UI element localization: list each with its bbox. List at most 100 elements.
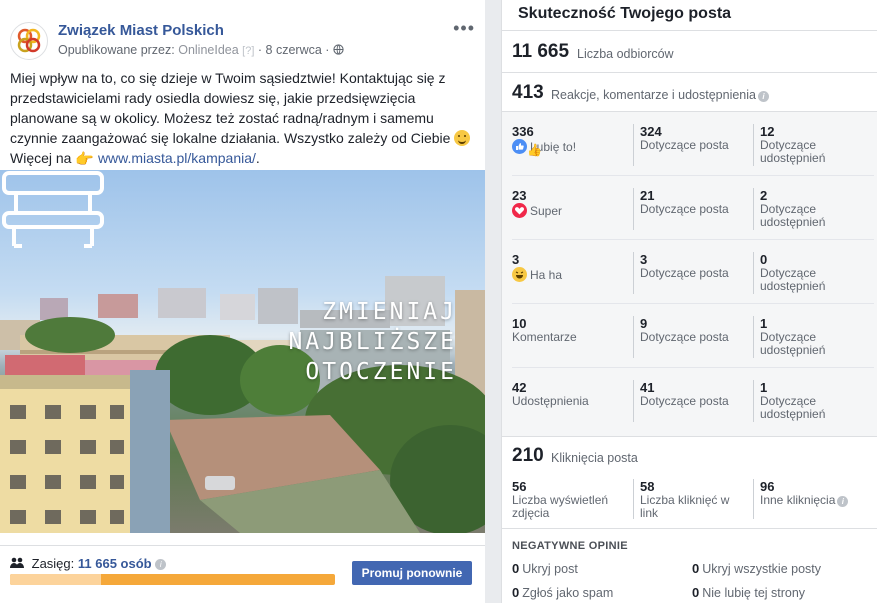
other-clicks-label: Inne kliknięcia bbox=[760, 493, 836, 507]
reaction-on-post-count: 21 bbox=[640, 188, 655, 203]
smile-emoji-icon bbox=[454, 130, 471, 146]
reaction-on-shares-count: 1 bbox=[760, 316, 768, 331]
page-name[interactable]: Związek Miast Polskich bbox=[58, 22, 224, 39]
reaction-on-shares: 0 Dotyczące udostępnień bbox=[753, 252, 863, 294]
post-text: Miej wpływ na to, co się dzieje w Twoim … bbox=[10, 68, 475, 170]
reaction-row-like: 336 Lubię to! 324 Dotyczące posta 12 Dot… bbox=[502, 112, 877, 176]
post-header: Związek Miast Polskich Opublikowane prze… bbox=[10, 18, 475, 62]
report-spam-count: 0 bbox=[512, 585, 520, 600]
reaction-on-shares: 2 Dotyczące udostępnień bbox=[753, 188, 863, 230]
reaction-on-post: 9 Dotyczące posta bbox=[633, 316, 743, 358]
recipients-value: 11 665 bbox=[512, 41, 570, 62]
hide-all-posts-stat: 0 Ukryj wszystkie posty bbox=[692, 561, 821, 576]
clicks-label: Kliknięcia posta bbox=[551, 451, 638, 465]
unlike-page-count: 0 bbox=[692, 585, 700, 600]
reaction-label: Udostępnienia bbox=[512, 394, 589, 408]
reaction-on-shares-label: Dotyczące udostępnień bbox=[760, 202, 826, 229]
published-by-label: Opublikowane przez: bbox=[58, 43, 175, 57]
link-clicks-label: Liczba kliknięć w link bbox=[640, 493, 730, 520]
hide-all-label: Ukryj wszystkie posty bbox=[702, 562, 822, 576]
reaction-on-post-count: 9 bbox=[640, 316, 648, 331]
reaction-on-post-label: Dotyczące posta bbox=[640, 202, 729, 216]
image-overlay-text: ZMIENIAJ NAJBLIŻSZE OTOCZENIE bbox=[289, 297, 457, 387]
post-image[interactable]: ZMIENIAJ NAJBLIŻSZE OTOCZENIE bbox=[0, 170, 485, 533]
campaign-link[interactable]: www.miasta.pl/kampania/ bbox=[98, 150, 256, 166]
publisher-name[interactable]: OnlineIdea bbox=[178, 43, 238, 57]
unlike-page-label: Nie lubię tej strony bbox=[702, 586, 806, 600]
clicks-value: 210 bbox=[512, 445, 544, 466]
reaction-on-shares-label: Dotyczące udostępnień bbox=[760, 138, 826, 165]
reaction-on-post: 324 Dotyczące posta bbox=[633, 124, 743, 166]
reaction-row-haha: 3 Ha ha 3 Dotyczące posta 0 Dotyczące ud… bbox=[502, 240, 877, 304]
reaction-on-post: 3 Dotyczące posta bbox=[633, 252, 743, 294]
recipients-row: 11 665 Liczba odbiorców bbox=[502, 30, 877, 72]
other-clicks-count: 96 bbox=[760, 479, 775, 494]
globe-icon bbox=[333, 44, 344, 55]
reaction-on-post-count: 41 bbox=[640, 380, 655, 395]
insights-title: Skuteczność Twojego posta bbox=[518, 5, 732, 22]
info-icon[interactable]: i bbox=[757, 91, 769, 102]
recipients-label: Liczba odbiorców bbox=[577, 47, 674, 61]
reaction-total: 3 Ha ha bbox=[512, 252, 622, 282]
post-meta: Opublikowane przez: OnlineIdea [?] · 8 c… bbox=[58, 43, 344, 57]
photo-views-count: 56 bbox=[512, 479, 527, 494]
reaction-on-shares-count: 1 bbox=[760, 380, 768, 395]
reaction-on-post: 41 Dotyczące posta bbox=[633, 380, 743, 422]
haha-icon bbox=[512, 267, 527, 282]
reach-text: Zasięg: bbox=[31, 556, 75, 571]
post-date[interactable]: · 8 czerwca · bbox=[258, 43, 330, 57]
more-options-button[interactable]: ••• bbox=[453, 18, 475, 39]
reaction-on-shares-label: Dotyczące udostępnień bbox=[760, 266, 826, 293]
hide-post-stat: 0 Ukryj post bbox=[512, 561, 578, 576]
reaction-count: 42 bbox=[512, 380, 527, 395]
hide-post-label: Ukryj post bbox=[522, 562, 578, 576]
link-clicks-count: 58 bbox=[640, 479, 655, 494]
engagement-label: Reakcje, komentarze i udostępnienia i bbox=[551, 88, 769, 102]
engagement-row: 413 Reakcje, komentarze i udostępnienia i bbox=[502, 72, 877, 111]
reaction-on-shares-label: Dotyczące udostępnień bbox=[760, 330, 826, 357]
post-body: Miej wpływ na to, co się dzieje w Twoim … bbox=[10, 70, 451, 146]
reach-value[interactable]: 11 665 osób bbox=[78, 556, 152, 571]
reaction-row-shares: 42 Udostępnienia 41 Dotyczące posta 1 Do… bbox=[502, 368, 877, 432]
other-clicks: 96 Inne kliknięcia i bbox=[753, 479, 873, 519]
reaction-on-post-label: Dotyczące posta bbox=[640, 138, 729, 152]
info-icon[interactable]: i bbox=[155, 559, 167, 570]
love-icon bbox=[512, 203, 527, 218]
reaction-on-shares-count: 0 bbox=[760, 252, 768, 267]
publisher-hint[interactable]: [?] bbox=[242, 45, 254, 57]
hide-all-count: 0 bbox=[692, 561, 700, 576]
reach-progress-fill bbox=[10, 574, 101, 585]
reaction-on-post-count: 324 bbox=[640, 124, 662, 139]
promote-again-button[interactable]: Promuj ponownie bbox=[352, 561, 472, 585]
reach-section: Zasięg: 11 665 osób i Promuj ponownie bbox=[0, 545, 485, 603]
logo-rings-icon bbox=[17, 28, 41, 53]
reaction-on-shares: 12 Dotyczące udostępnień bbox=[753, 124, 863, 166]
reaction-on-shares-label: Dotyczące udostępnień bbox=[760, 394, 826, 421]
reaction-count: 10 bbox=[512, 316, 527, 331]
reaction-row-comments: 10 Komentarze 9 Dotyczące posta 1 Dotycz… bbox=[502, 304, 877, 368]
photo-views: 56 Liczba wyświetleń zdjęcia bbox=[512, 479, 627, 520]
negative-feedback-title: NEGATYWNE OPINIE bbox=[512, 540, 628, 552]
overlay-line-2: NAJBLIŻSZE bbox=[288, 329, 457, 355]
post-card: Związek Miast Polskich Opublikowane prze… bbox=[0, 0, 485, 603]
bench-icon bbox=[2, 171, 104, 248]
pointing-hand-icon: 👉 bbox=[75, 151, 95, 168]
info-icon[interactable]: i bbox=[837, 496, 849, 507]
reaction-count: 336 bbox=[512, 124, 534, 139]
reach-label: Zasięg: 11 665 osób i bbox=[10, 556, 167, 571]
like-icon bbox=[512, 139, 527, 154]
more-label: Więcej na bbox=[10, 150, 72, 166]
people-icon bbox=[10, 556, 24, 571]
link-suffix: . bbox=[255, 150, 260, 166]
unlike-page-stat: 0 Nie lubię tej strony bbox=[692, 585, 805, 600]
engagement-value: 413 bbox=[512, 82, 544, 103]
reaction-on-shares-count: 2 bbox=[760, 188, 768, 203]
reaction-on-shares: 1 Dotyczące udostępnień bbox=[753, 380, 863, 422]
reaction-on-shares-count: 12 bbox=[760, 124, 775, 139]
photo-views-label: Liczba wyświetleń zdjęcia bbox=[512, 493, 609, 520]
reaction-label: Komentarze bbox=[512, 330, 577, 344]
negative-feedback-section: NEGATYWNE OPINIE 0 Ukryj post 0 Ukryj wszy… bbox=[502, 528, 877, 603]
reach-progress-bar bbox=[10, 574, 335, 585]
page-logo[interactable] bbox=[10, 22, 48, 60]
report-spam-stat: 0 Zgłoś jako spam bbox=[512, 585, 613, 600]
